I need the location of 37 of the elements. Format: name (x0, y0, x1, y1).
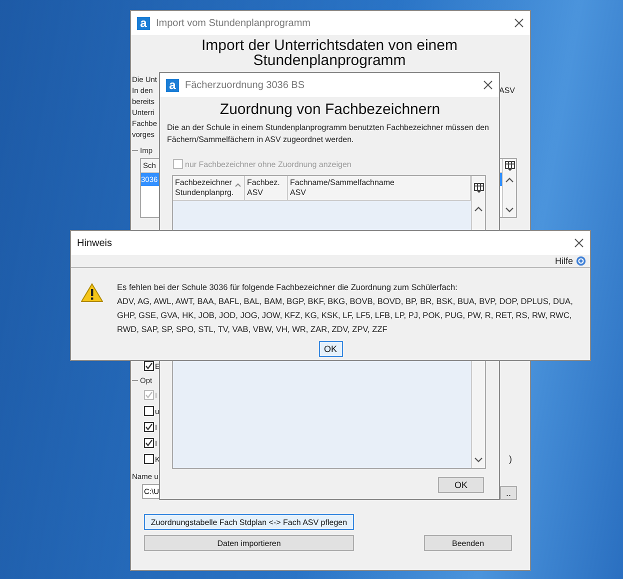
ok-button[interactable]: OK (438, 477, 484, 493)
app-logo: a (137, 16, 150, 30)
chevron-down-icon (474, 457, 483, 463)
close-icon[interactable] (483, 80, 493, 90)
window-title: Fächerzuordnung 3036 BS (185, 80, 306, 90)
message-text: Es fehlen bei der Schule 3036 für folgende Fachbezeichner die Zuordnung zum Schülerfach: (117, 281, 458, 294)
window-title: Import vom Stundenplanprogramm (156, 18, 312, 28)
window-title: Hinweis (77, 238, 114, 248)
checkbox[interactable] (144, 438, 154, 448)
checkbox[interactable] (144, 422, 154, 432)
column-chooser-icon[interactable] (474, 183, 484, 193)
column-header[interactable]: Fachbezeichner Stundenplanprg. (173, 176, 245, 200)
help-link[interactable]: Hilfe (554, 256, 573, 266)
intro-text: ASV (498, 85, 515, 96)
checkbox[interactable] (144, 361, 154, 371)
column-chooser-icon[interactable] (504, 161, 514, 171)
chevron-down-icon (505, 207, 514, 213)
chevron-up-icon (474, 206, 483, 212)
browse-button[interactable]: .. (500, 486, 517, 500)
dialog-button[interactable]: Daten importieren (144, 535, 354, 551)
ok-button[interactable]: OK (318, 341, 342, 357)
description-text: Die an der Schule in einem Stundenplanprogramm benutzten Fachbezeichner müssen den Fächern/Sammelfächern in ASV zugeordnet werden. (167, 122, 490, 146)
option-note: ) (509, 454, 512, 464)
warning-icon (81, 283, 103, 302)
dialog-button[interactable]: Zuordnungstabelle Fach Stdplan <-> Fach ASV pflegen (144, 514, 354, 530)
close-icon[interactable] (574, 238, 584, 248)
app-logo: a (166, 78, 179, 92)
checkbox[interactable] (144, 406, 154, 416)
dialog-heading: Import der Unterrichtsdaten von einem Stundenplanprogramm (200, 38, 458, 68)
close-icon[interactable] (514, 18, 524, 28)
column-header[interactable]: Fachbez. ASV (245, 176, 288, 200)
checkbox[interactable] (144, 454, 154, 464)
subject-code-list: ADV, AG, AWL, AWT, BAA, BAFL, BAL, BAM, BGP, BKF, BKG, BOVB, BOVD, BP, BR, BSK, BUA, BVP, DOP, DPLUS, DUA, GHP, GSE, GVA, HK, JOB, JOD, JOG, JOW, KFZ, KG, KSK, LF, LF5, LFB, LP, PJ, POK, PUG, PW, R, RET, RS, RW, RWC, RWD, SAP, SP, SPO, STL, TV, VAB, VBW, VH, WR, ZAR, ZDV, ZPV, ZZF (117, 294, 579, 336)
chevron-up-icon (505, 177, 514, 183)
dialog-button[interactable]: Beenden (424, 535, 512, 551)
checkbox-label: nur Fachbezeichner ohne Zuordnung anzeigen (185, 160, 352, 168)
dialog-heading: Zuordnung von Fachbezeichnern (218, 102, 442, 117)
